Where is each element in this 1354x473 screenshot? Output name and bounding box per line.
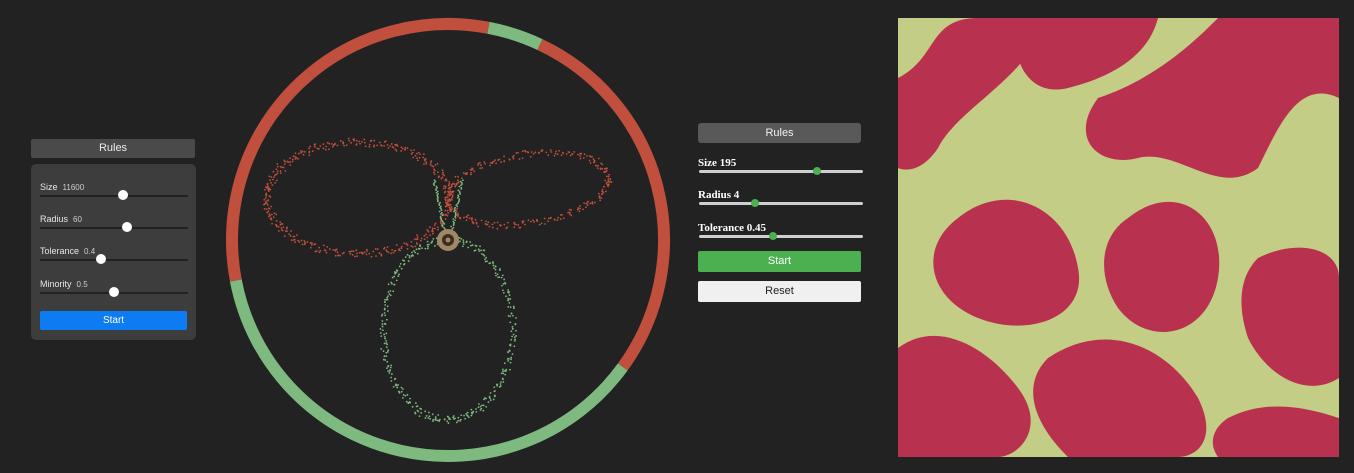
- agent-petals: [262, 137, 613, 424]
- mp-radius-label: Radius 4: [698, 189, 740, 201]
- mp-radius-slider-track[interactable]: [699, 202, 863, 205]
- left-start-button[interactable]: Start: [40, 311, 187, 330]
- segregation-grid: [898, 18, 1339, 457]
- tolerance-slider-thumb[interactable]: [95, 254, 106, 264]
- middle-start-button[interactable]: Start: [698, 251, 861, 272]
- minority-value: 0.5: [76, 280, 88, 289]
- center-hub: [437, 229, 459, 251]
- mp-radius-slider-thumb[interactable]: [750, 199, 759, 207]
- ring-segment-green: [487, 21, 543, 51]
- left-controls-panel: Size 11600 Radius 60 Tolerance 0.4 Minority…: [31, 164, 196, 340]
- size-label: Size: [40, 182, 58, 192]
- ring-segment-green: [229, 279, 628, 462]
- mp-radius-row: Radius 4: [698, 185, 863, 207]
- ring-segment-red: [306, 18, 490, 79]
- mp-size-slider-thumb[interactable]: [813, 167, 822, 175]
- size-value: 11600: [62, 183, 85, 192]
- mp-size-row: Size 195: [698, 153, 863, 175]
- minority-slider-row: Minority 0.5: [40, 274, 188, 297]
- mp-tolerance-slider-track[interactable]: [699, 235, 863, 238]
- mp-tolerance-row: Tolerance 0.45: [698, 218, 863, 240]
- ring-segment-red: [537, 39, 670, 371]
- tolerance-slider-row: Tolerance 0.4: [40, 241, 188, 264]
- mp-tolerance-label: Tolerance 0.45: [698, 222, 767, 234]
- size-slider-thumb[interactable]: [117, 190, 128, 200]
- minority-slider-thumb[interactable]: [109, 287, 119, 297]
- radius-label: Radius: [40, 214, 69, 224]
- radius-slider-track[interactable]: [40, 227, 188, 229]
- tolerance-value: 0.4: [84, 247, 96, 256]
- mp-size-slider-track[interactable]: [699, 170, 863, 173]
- ring-visualization: [226, 18, 670, 462]
- middle-reset-button[interactable]: Reset: [698, 281, 861, 302]
- size-slider-row: Size 11600: [40, 177, 188, 200]
- radius-slider-thumb[interactable]: [122, 222, 133, 232]
- tolerance-label: Tolerance: [40, 246, 80, 256]
- size-slider-track[interactable]: [40, 195, 188, 197]
- mp-tolerance-slider-thumb[interactable]: [768, 232, 777, 240]
- radius-value: 60: [73, 215, 82, 224]
- green-petal-bottom: [379, 235, 518, 424]
- left-rules-header[interactable]: Rules: [31, 139, 195, 158]
- red-petal-right: [444, 149, 613, 230]
- radius-slider-row: Radius 60: [40, 209, 188, 232]
- red-petal-left: [262, 137, 454, 258]
- tolerance-slider-track[interactable]: [40, 259, 188, 261]
- middle-rules-header[interactable]: Rules: [698, 123, 861, 143]
- minority-label: Minority: [40, 279, 72, 289]
- mp-size-label: Size 195: [698, 157, 737, 169]
